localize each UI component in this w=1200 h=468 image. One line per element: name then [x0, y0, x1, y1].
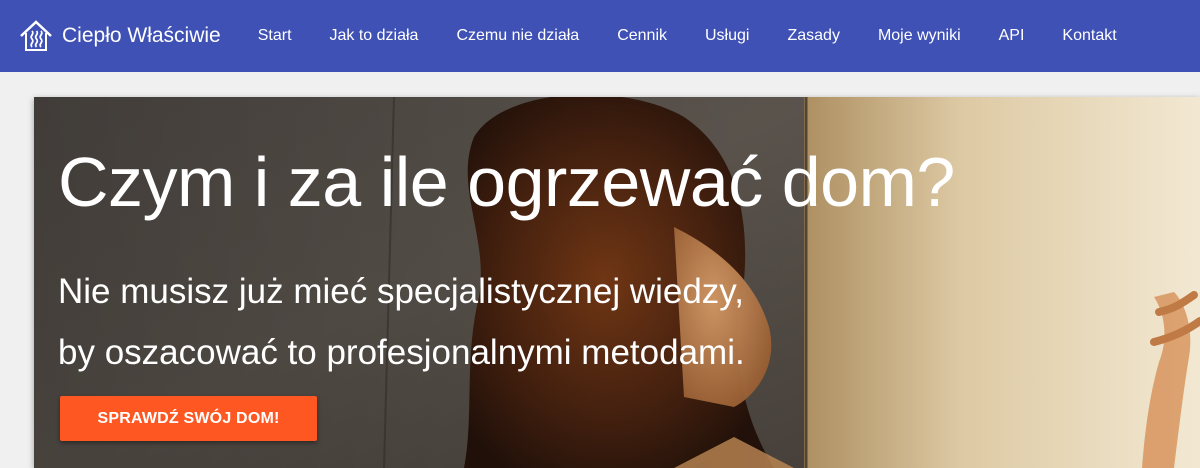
brand-name: Ciepło Właściwie — [62, 24, 221, 47]
nav-item-kontakt[interactable]: Kontakt — [1043, 0, 1135, 72]
nav-item-cennik[interactable]: Cennik — [598, 0, 686, 72]
nav-item-api[interactable]: API — [980, 0, 1044, 72]
nav-item-czemu-nie-dziala[interactable]: Czemu nie działa — [437, 0, 598, 72]
house-steam-icon — [20, 20, 52, 51]
hero-subtitle-line-1: Nie musisz już mieć specjalistycznej wie… — [58, 272, 744, 311]
hero-subtitle: Nie musisz już mieć specjalistycznej wie… — [58, 261, 858, 383]
nav-item-zasady[interactable]: Zasady — [768, 0, 858, 72]
nav-item-start[interactable]: Start — [239, 0, 311, 72]
brand-home-link[interactable]: Ciepło Właściwie — [18, 17, 221, 55]
hero-banner: Czym i za ile ogrzewać dom? Nie musisz j… — [34, 97, 1200, 468]
top-navbar: Ciepło Właściwie Start Jak to działa Cze… — [0, 0, 1200, 72]
hero-title: Czym i za ile ogrzewać dom? — [58, 143, 955, 221]
hero-subtitle-line-2: by oszacować to profesjonalnymi metodami… — [58, 333, 745, 372]
nav-item-moje-wyniki[interactable]: Moje wyniki — [859, 0, 980, 72]
main-nav: Start Jak to działa Czemu nie działa Cen… — [239, 0, 1136, 72]
nav-item-jak-to-dziala[interactable]: Jak to działa — [311, 0, 438, 72]
nav-item-uslugi[interactable]: Usługi — [686, 0, 768, 72]
check-your-home-button[interactable]: SPRAWDŹ SWÓJ DOM! — [60, 396, 317, 441]
